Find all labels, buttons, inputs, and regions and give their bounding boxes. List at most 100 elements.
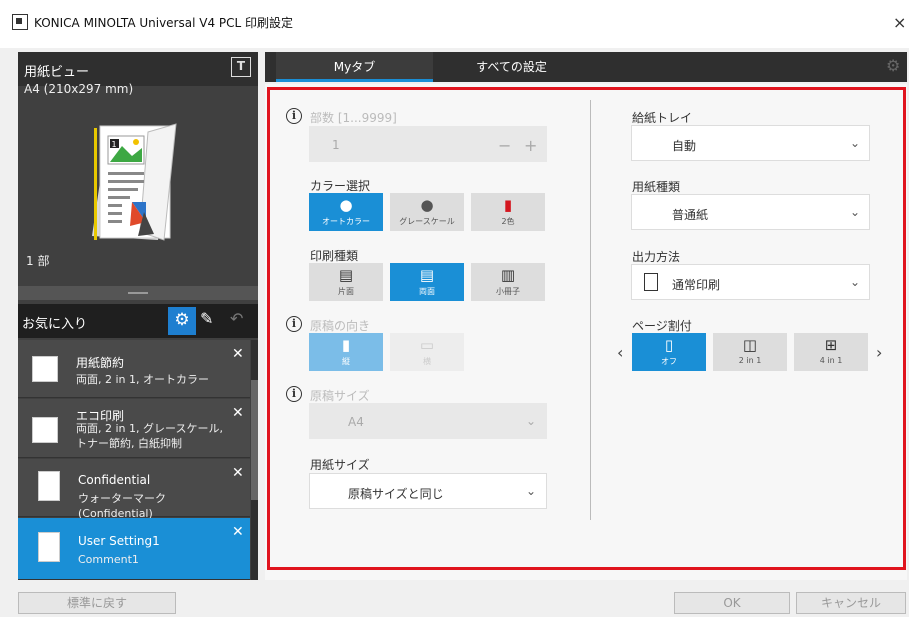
- document-thumbnail-icon: [32, 417, 58, 443]
- print-booklet-button[interactable]: ▥ 小冊子: [471, 263, 545, 301]
- chevron-left-icon[interactable]: ‹: [617, 343, 623, 362]
- color-2color-label: 2色: [501, 217, 515, 226]
- color-grayscale-button[interactable]: ● グレースケール: [390, 193, 464, 231]
- four-up-icon: ⊞: [824, 336, 838, 354]
- favorite-item[interactable]: エコ印刷 両面, 2 in 1, グレースケール, トナー節約, 白紙抑制 ✕: [18, 399, 250, 458]
- print-simplex-button[interactable]: ▤ 片面: [309, 263, 383, 301]
- nup-label: ページ割付: [632, 319, 692, 333]
- remove-favorite-icon[interactable]: ✕: [232, 524, 244, 540]
- print-duplex-label: 両面: [419, 287, 435, 296]
- two-up-icon: ◫: [742, 336, 758, 354]
- paper-size-value: 原稿サイズと同じ: [348, 487, 444, 501]
- nup-4in1-button[interactable]: ⊞ 4 in 1: [794, 333, 868, 371]
- copies-label: 部数 [1...9999]: [310, 111, 397, 125]
- color-auto-button[interactable]: ● オートカラー: [309, 193, 383, 231]
- print-type-label: 印刷種類: [310, 249, 359, 263]
- text-view-icon[interactable]: T: [231, 57, 251, 77]
- ok-button[interactable]: OK: [674, 592, 790, 614]
- info-icon[interactable]: i: [286, 316, 302, 332]
- undo-icon[interactable]: ↶: [230, 309, 243, 328]
- color-auto-label: オートカラー: [322, 217, 370, 226]
- plus-icon: +: [524, 136, 538, 155]
- orig-size-select: A4 ⌄: [309, 403, 547, 439]
- two-color-icon: ▮: [503, 196, 513, 214]
- minus-icon: −: [498, 136, 512, 155]
- favorite-item[interactable]: Confidential ウォーターマーク (Confidential) ✕: [18, 459, 250, 520]
- copies-value: 1: [332, 138, 340, 152]
- tray-select[interactable]: 自動 ⌄: [631, 125, 870, 161]
- favorite-item[interactable]: 用紙節約 両面, 2 in 1, オートカラー ✕: [18, 340, 250, 398]
- color-wheel-icon: ●: [339, 196, 353, 214]
- info-icon[interactable]: i: [286, 386, 302, 402]
- chevron-down-icon: ⌄: [850, 205, 861, 219]
- chevron-right-icon[interactable]: ›: [876, 343, 882, 362]
- orientation-landscape-label: 横: [423, 357, 431, 366]
- favorite-item[interactable]: User Setting1 Comment1 ✕: [18, 518, 250, 580]
- orientation-label: 原稿の向き: [310, 319, 371, 333]
- settings-gear-icon[interactable]: ⚙: [886, 56, 900, 75]
- nup-2in1-label: 2 in 1: [738, 356, 762, 365]
- print-simplex-label: 片面: [338, 287, 354, 296]
- tray-value: 自動: [672, 139, 697, 153]
- favorite-name: Confidential: [78, 473, 151, 487]
- window-title: KONICA MINOLTA Universal V4 PCL 印刷設定: [34, 16, 294, 30]
- remove-favorite-icon[interactable]: ✕: [232, 346, 244, 362]
- close-icon[interactable]: ×: [893, 13, 906, 32]
- copies-readout: 1 部: [26, 254, 50, 268]
- paper-type-label: 用紙種類: [632, 180, 681, 194]
- document-icon: [644, 273, 658, 291]
- favorite-desc: Comment1: [78, 553, 139, 566]
- favorite-name: User Setting1: [78, 534, 160, 548]
- remove-favorite-icon[interactable]: ✕: [232, 405, 244, 421]
- document-thumbnail-icon: [38, 532, 60, 562]
- paper-preview-image: 1: [92, 123, 177, 241]
- favorites-scrollbar-thumb[interactable]: [251, 380, 258, 500]
- gear-icon[interactable]: ⚙: [168, 307, 196, 335]
- single-page-icon: ▯: [664, 336, 674, 354]
- favorite-desc: 両面, 2 in 1, オートカラー: [76, 373, 210, 386]
- chevron-down-icon: ⌄: [526, 414, 537, 428]
- color-2color-button[interactable]: ▮ 2色: [471, 193, 545, 231]
- favorites-title: お気に入り: [22, 317, 88, 332]
- paper-size-select[interactable]: 原稿サイズと同じ ⌄: [309, 473, 547, 509]
- paper-type-value: 普通紙: [672, 208, 709, 222]
- booklet-icon: ▥: [500, 266, 516, 284]
- tray-label: 給紙トレイ: [632, 111, 693, 125]
- orig-size-value: A4: [348, 415, 364, 429]
- paper-size-readout: A4 (210x297 mm): [24, 82, 134, 96]
- cancel-button[interactable]: キャンセル: [796, 592, 906, 614]
- nup-off-label: オフ: [661, 357, 677, 366]
- nup-2in1-button[interactable]: ◫ 2 in 1: [713, 333, 787, 371]
- printer-app-icon: [12, 14, 28, 30]
- chevron-down-icon: ⌄: [526, 484, 537, 498]
- nup-4in1-label: 4 in 1: [819, 356, 843, 365]
- paper-type-select[interactable]: 普通紙 ⌄: [631, 194, 870, 230]
- remove-favorite-icon[interactable]: ✕: [232, 465, 244, 481]
- output-value: 通常印刷: [672, 278, 721, 292]
- chevron-down-icon: ⌄: [850, 136, 861, 150]
- chevron-down-icon: ⌄: [850, 275, 861, 289]
- nup-off-button[interactable]: ▯ オフ: [632, 333, 706, 371]
- color-select-label: カラー選択: [310, 179, 371, 193]
- print-duplex-button[interactable]: ▤ 両面: [390, 263, 464, 301]
- orientation-portrait-label: 縦: [342, 357, 350, 366]
- duplex-icon: ▤: [419, 266, 435, 284]
- pencil-icon[interactable]: ✎: [200, 309, 213, 328]
- color-grayscale-label: グレースケール: [399, 217, 455, 226]
- document-thumbnail-icon: [38, 471, 60, 501]
- reset-button[interactable]: 標準に戻す: [18, 592, 176, 614]
- tab-all-settings[interactable]: すべての設定: [433, 52, 590, 82]
- landscape-icon: ▭: [419, 336, 435, 354]
- paper-size-label: 用紙サイズ: [310, 458, 370, 472]
- splitter-grip: [128, 292, 148, 294]
- favorite-desc: 両面, 2 in 1, グレースケール, トナー節約, 白紙抑制: [76, 422, 223, 450]
- column-divider: [590, 100, 591, 520]
- info-icon[interactable]: i: [286, 108, 302, 124]
- tab-my[interactable]: Myタブ: [276, 52, 433, 82]
- output-label: 出力方法: [632, 250, 681, 264]
- document-thumbnail-icon: [32, 356, 58, 382]
- svg-text:1: 1: [111, 140, 116, 149]
- output-select[interactable]: 通常印刷 ⌄: [631, 264, 870, 300]
- orig-size-label: 原稿サイズ: [310, 389, 370, 403]
- favorite-desc: ウォーターマーク (Confidential): [78, 492, 166, 520]
